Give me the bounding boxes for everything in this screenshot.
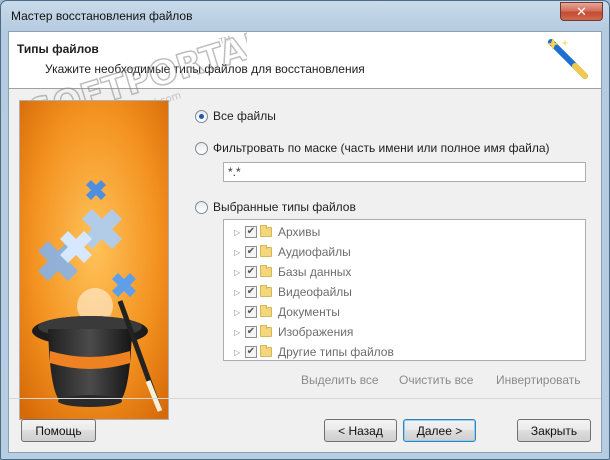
folder-icon (260, 285, 272, 297)
expand-arrow-icon[interactable]: ▷ (234, 348, 242, 357)
help-button[interactable]: Помощь (21, 419, 96, 442)
select-all-button[interactable]: Выделить все (301, 373, 379, 387)
tree-item-label: Архивы (278, 225, 321, 239)
tree-item-label: Изображения (278, 325, 354, 339)
radio-selected-types-label[interactable]: Выбранные типы файлов (213, 200, 356, 214)
magic-hat-illustration (20, 101, 168, 419)
checkbox[interactable]: ✔ (245, 306, 257, 318)
radio-all-files-circle[interactable] (195, 109, 208, 123)
folder-icon (260, 265, 272, 277)
expand-arrow-icon[interactable]: ▷ (234, 248, 242, 257)
next-button[interactable]: Далее > (403, 419, 476, 442)
footer-divider (9, 398, 601, 399)
tree-item-label: Аудиофайлы (278, 245, 351, 259)
tree-item-images[interactable]: ▷ ✔ Изображения (234, 323, 353, 341)
clear-all-button[interactable]: Очистить все (399, 373, 473, 387)
tree-item-audio[interactable]: ▷ ✔ Аудиофайлы (234, 243, 351, 261)
page-title: Типы файлов (17, 42, 99, 56)
folder-icon (260, 305, 272, 317)
wizard-client-area: Типы файлов Укажите необходимые типы фай… (8, 31, 602, 453)
expand-arrow-icon[interactable]: ▷ (234, 268, 242, 277)
wizard-window: Мастер восстановления файлов ✕ Типы файл… (0, 0, 610, 460)
checkbox[interactable]: ✔ (245, 286, 257, 298)
mask-input[interactable] (223, 162, 586, 182)
expand-arrow-icon[interactable]: ▷ (234, 228, 242, 237)
checkbox[interactable]: ✔ (245, 326, 257, 338)
folder-icon (260, 245, 272, 257)
tree-item-label: Документы (278, 305, 340, 319)
radio-all-files[interactable]: Все файлы (195, 109, 276, 123)
magic-wand-icon (546, 38, 588, 79)
radio-selected-types-circle[interactable] (195, 200, 208, 214)
folder-icon (260, 345, 272, 357)
window-title: Мастер восстановления файлов (11, 9, 193, 23)
wizard-side-image (19, 100, 169, 420)
checkbox[interactable]: ✔ (245, 246, 257, 258)
tree-item-archives[interactable]: ▷ ✔ Архивы (234, 223, 320, 241)
checkbox[interactable]: ✔ (245, 346, 257, 358)
back-button[interactable]: < Назад (324, 419, 397, 442)
radio-selected-types[interactable]: Выбранные типы файлов (195, 200, 356, 214)
close-button[interactable]: Закрыть (517, 419, 591, 442)
window-close-button[interactable]: ✕ (560, 2, 603, 21)
title-bar: Мастер восстановления файлов ✕ (1, 1, 609, 31)
file-types-tree[interactable]: ▷ ✔ Архивы ▷ ✔ Аудиофайлы ▷ ✔ Базы данны… (223, 219, 586, 361)
wizard-header: Типы файлов Укажите необходимые типы фай… (9, 32, 601, 89)
checkbox[interactable]: ✔ (245, 226, 257, 238)
radio-filter-mask-label[interactable]: Фильтровать по маске (часть имени или по… (213, 141, 550, 155)
expand-arrow-icon[interactable]: ▷ (234, 328, 242, 337)
invert-button[interactable]: Инвертировать (496, 373, 581, 387)
checkbox[interactable]: ✔ (245, 266, 257, 278)
radio-filter-mask[interactable]: Фильтровать по маске (часть имени или по… (195, 141, 550, 155)
tree-item-label: Базы данных (278, 265, 352, 279)
tree-item-documents[interactable]: ▷ ✔ Документы (234, 303, 340, 321)
tree-item-label: Другие типы файлов (278, 345, 394, 359)
folder-icon (260, 325, 272, 337)
folder-icon (260, 225, 272, 237)
page-subtitle: Укажите необходимые типы файлов для восс… (45, 62, 365, 76)
tree-item-databases[interactable]: ▷ ✔ Базы данных (234, 263, 351, 281)
expand-arrow-icon[interactable]: ▷ (234, 308, 242, 317)
tree-item-video[interactable]: ▷ ✔ Видеофайлы (234, 283, 352, 301)
radio-all-files-label[interactable]: Все файлы (213, 109, 276, 123)
expand-arrow-icon[interactable]: ▷ (234, 288, 242, 297)
tree-item-label: Видеофайлы (278, 285, 352, 299)
tree-item-other[interactable]: ▷ ✔ Другие типы файлов (234, 343, 394, 361)
radio-filter-mask-circle[interactable] (195, 141, 208, 155)
